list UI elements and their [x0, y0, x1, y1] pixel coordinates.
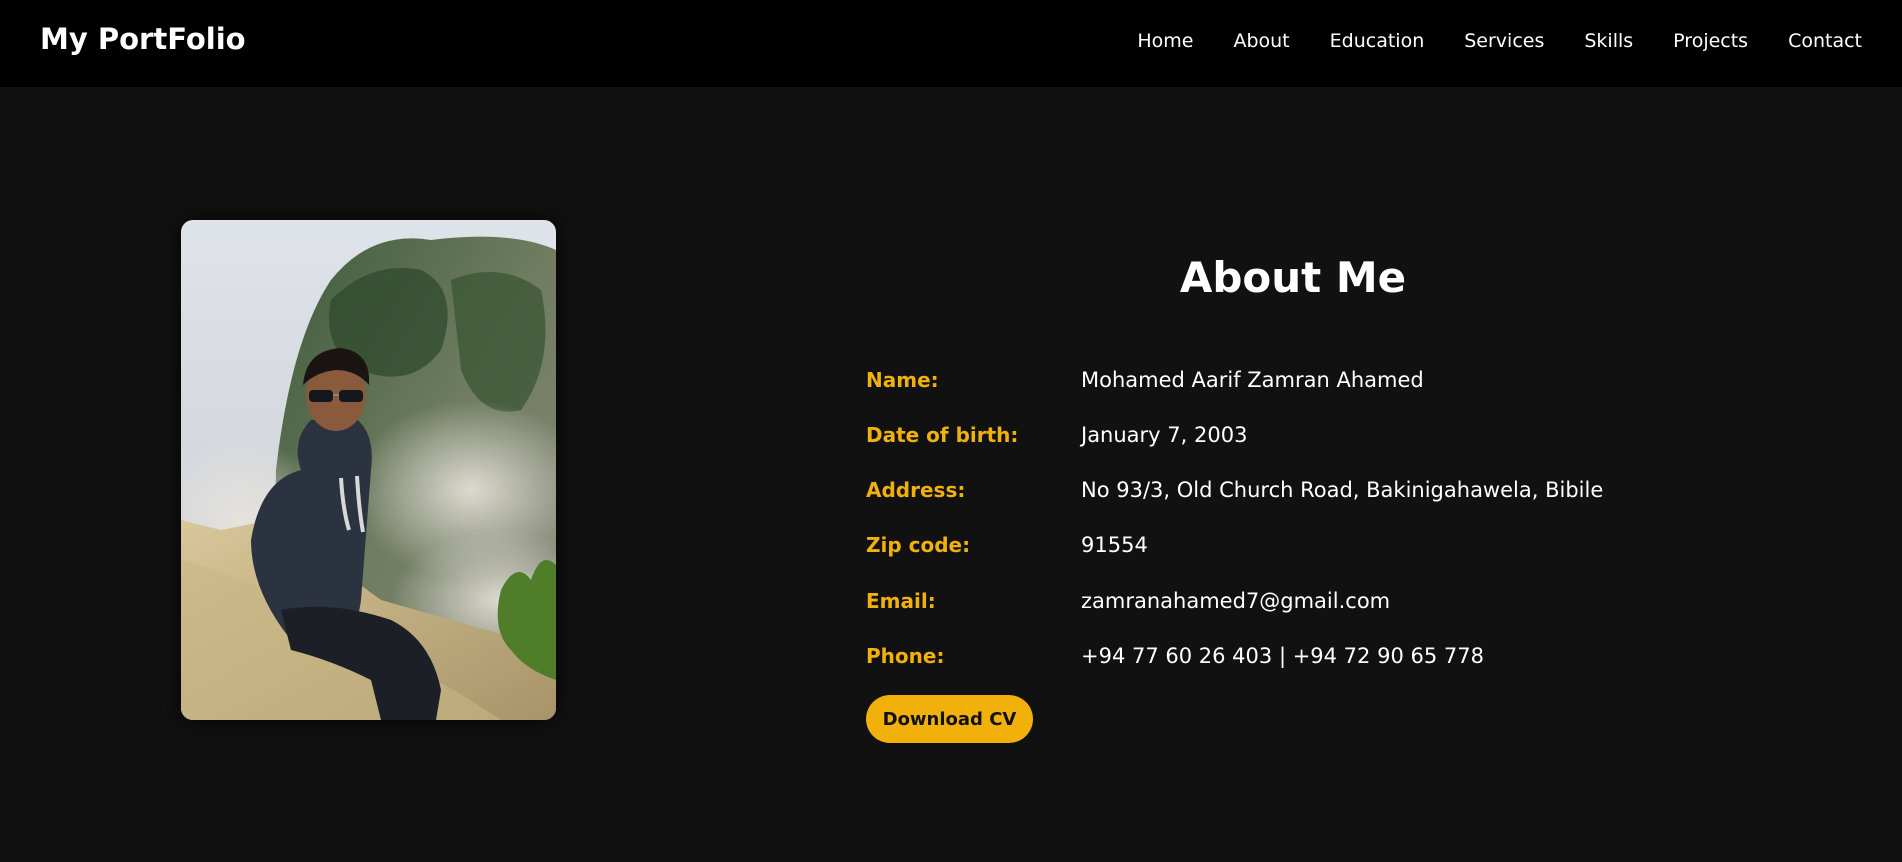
brand-logo[interactable]: My PortFolio [40, 22, 246, 56]
nav-projects[interactable]: Projects [1673, 30, 1748, 52]
nav-menu: Home About Education Services Skills Pro… [1137, 30, 1862, 52]
email-label: Email: [866, 589, 936, 613]
about-title: About Me [1179, 253, 1407, 302]
phone-label: Phone: [866, 644, 945, 668]
phone-value: +94 77 60 26 403 | +94 72 90 65 778 [1081, 644, 1484, 668]
profile-photo [181, 220, 556, 720]
dob-label: Date of birth: [866, 423, 1019, 447]
nav-education[interactable]: Education [1330, 30, 1425, 52]
nav-services[interactable]: Services [1464, 30, 1544, 52]
address-label: Address: [866, 478, 966, 502]
navbar: My PortFolio Home About Education Servic… [0, 0, 1902, 87]
info-row-phone: Phone: +94 77 60 26 403 | +94 72 90 65 7… [866, 644, 1766, 674]
info-row-email: Email: zamranahamed7@gmail.com [866, 589, 1766, 619]
nav-contact[interactable]: Contact [1788, 30, 1862, 52]
info-row-address: Address: No 93/3, Old Church Road, Bakin… [866, 478, 1766, 508]
name-label: Name: [866, 368, 939, 392]
nav-about[interactable]: About [1233, 30, 1289, 52]
address-value: No 93/3, Old Church Road, Bakinigahawela… [1081, 478, 1604, 502]
zip-value: 91554 [1081, 533, 1148, 557]
nav-skills[interactable]: Skills [1584, 30, 1633, 52]
email-value: zamranahamed7@gmail.com [1081, 589, 1391, 613]
name-value: Mohamed Aarif Zamran Ahamed [1081, 368, 1424, 392]
info-row-zip: Zip code: 91554 [866, 533, 1766, 563]
dob-value: January 7, 2003 [1081, 423, 1248, 447]
zip-label: Zip code: [866, 533, 971, 557]
download-cv-button[interactable]: Download CV [866, 695, 1033, 743]
info-row-dob: Date of birth: January 7, 2003 [866, 423, 1766, 453]
nav-home[interactable]: Home [1137, 30, 1193, 52]
info-row-name: Name: Mohamed Aarif Zamran Ahamed [866, 368, 1766, 398]
